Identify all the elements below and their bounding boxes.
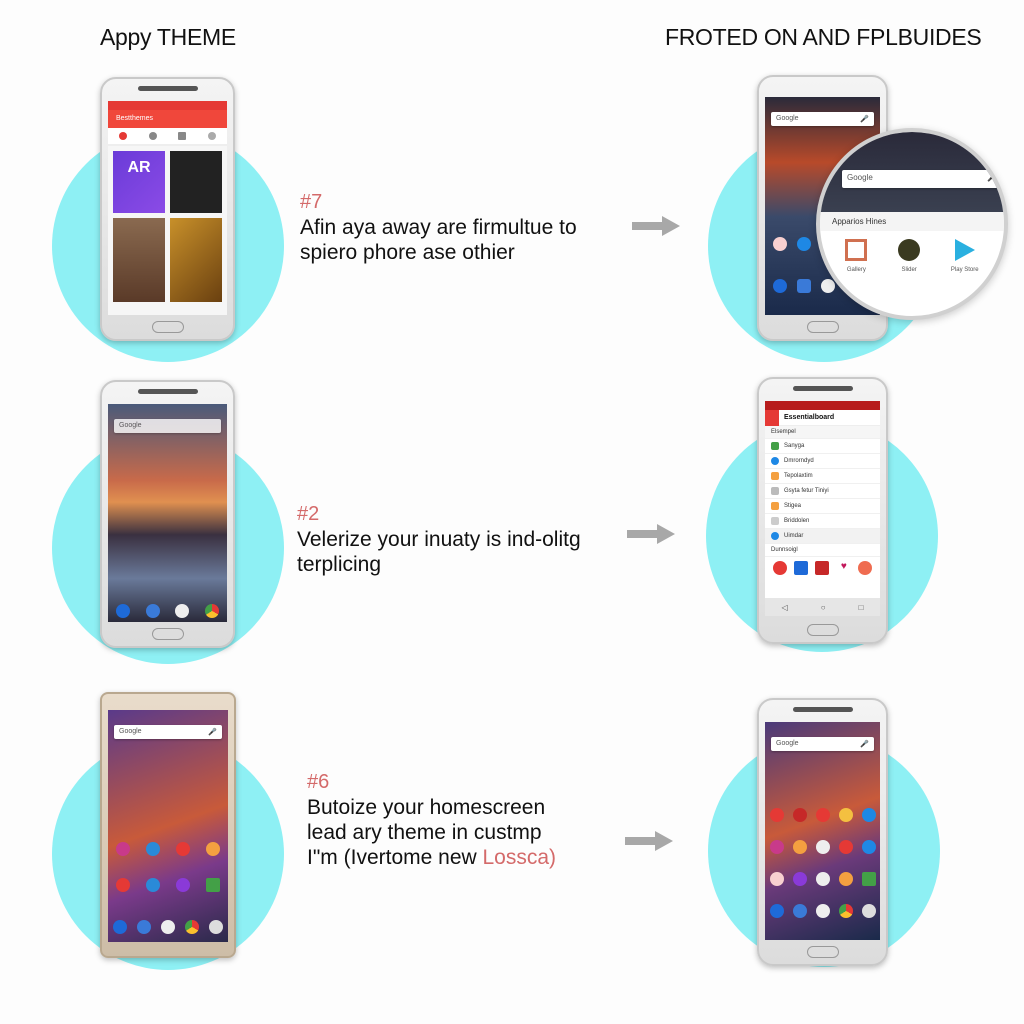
list-item[interactable]: Gsyta fetur Tiniyi: [765, 484, 880, 499]
list-item[interactable]: Dmrorndyd: [765, 454, 880, 469]
phone-icon[interactable]: [769, 904, 784, 918]
step-3: #6 Butoize your homescreen lead ary them…: [307, 770, 556, 870]
play-store-icon[interactable]: [206, 878, 220, 892]
theme-tile[interactable]: AR: [113, 151, 165, 213]
app-icon[interactable]: [116, 842, 130, 856]
section-header: Dunnsoigl: [765, 544, 880, 557]
phone-theme-store: Bestthemes AR: [100, 77, 235, 341]
app-icon[interactable]: [815, 561, 830, 575]
step-text-line: Velerize your inuaty is ind-olitg: [297, 528, 581, 551]
grid-icon[interactable]: [178, 132, 187, 140]
app-icon[interactable]: [206, 842, 220, 856]
recents-icon[interactable]: □: [859, 603, 864, 612]
messages-icon[interactable]: [792, 904, 807, 918]
phone-icon[interactable]: [773, 279, 787, 293]
app-icon[interactable]: [773, 237, 787, 251]
app-bar-title: Bestthemes: [108, 110, 227, 128]
phone-homescreen: Google 🎤: [100, 692, 236, 958]
home-icon[interactable]: ○: [821, 603, 826, 612]
highlight-text: Lossca): [482, 846, 557, 869]
list-item[interactable]: Stigea: [765, 499, 880, 514]
chrome-icon[interactable]: [838, 904, 853, 918]
home-button[interactable]: [151, 321, 184, 333]
apps-icon[interactable]: [161, 920, 175, 934]
app-gallery[interactable]: Gallery: [845, 239, 868, 273]
magnifier-zoom: Google 🎤 Apparios Hines Gallery Slider Pl…: [816, 128, 1008, 320]
theme-tile[interactable]: [170, 151, 222, 213]
step-text-line: terplicing: [297, 553, 382, 576]
app-icon[interactable]: [797, 237, 811, 251]
phone-wallpaper: Google: [100, 380, 235, 648]
step-number: #7: [300, 191, 323, 213]
app-icon[interactable]: [858, 561, 873, 575]
step-text-line: I"m (Ivertome new Lossca): [307, 846, 557, 869]
arrow-right-icon: [632, 216, 680, 236]
menu-icon[interactable]: [765, 409, 779, 426]
step-number: #6: [307, 771, 330, 793]
search-bar[interactable]: Google 🎤: [842, 170, 1002, 188]
search-bar[interactable]: Google 🎤: [771, 737, 874, 751]
list-item[interactable]: Tepolaxtim: [765, 469, 880, 484]
phone-custom-homescreen: Google 🎤: [757, 698, 888, 966]
home-button[interactable]: [806, 624, 839, 636]
search-bar[interactable]: Google 🎤: [771, 112, 874, 126]
app-icon[interactable]: [176, 842, 190, 856]
heading-right: FROTED ON AND FPLBUIDES: [665, 24, 982, 50]
app-icon[interactable]: [794, 561, 809, 575]
section-header: Elsempel: [765, 426, 880, 439]
app-play-store[interactable]: Play Store: [951, 239, 979, 273]
step-text-line: lead ary theme in custmp: [307, 821, 542, 844]
search-bar[interactable]: Google: [114, 419, 221, 433]
step-number: #2: [297, 503, 320, 525]
phone-icon[interactable]: [115, 604, 130, 618]
list-item[interactable]: Briddolen: [765, 514, 880, 529]
arrow-right-icon: [627, 524, 675, 544]
step-2: #2 Velerize your inuaty is ind-olitg ter…: [297, 502, 581, 577]
app-icon[interactable]: [146, 878, 160, 892]
info-icon[interactable]: [208, 132, 217, 140]
back-icon[interactable]: ◁: [782, 603, 788, 612]
apps-icon[interactable]: [821, 279, 835, 293]
palette-icon[interactable]: [118, 132, 127, 140]
heart-icon[interactable]: ♥: [836, 561, 851, 575]
step-1: #7 Afin aya away are firmultue to spiero…: [300, 190, 577, 265]
chrome-icon[interactable]: [205, 604, 220, 618]
nav-bar: ◁ ○ □: [765, 598, 880, 616]
list-item[interactable]: Sanyga: [765, 439, 880, 454]
app-icon[interactable]: [116, 878, 130, 892]
apps-icon[interactable]: [175, 604, 190, 618]
arrow-right-icon: [625, 831, 673, 851]
messages-icon[interactable]: [797, 279, 811, 293]
search-bar[interactable]: Google 🎤: [114, 725, 222, 739]
step-text-line: spiero phore ase othier: [300, 241, 515, 264]
messages-icon[interactable]: [145, 604, 160, 618]
app-slider[interactable]: Slider: [898, 239, 921, 273]
phone-icon[interactable]: [113, 920, 127, 934]
heading-left: Appy THEME: [100, 24, 236, 50]
app-icon[interactable]: [772, 561, 787, 575]
play-store-icon: [954, 239, 975, 261]
home-button[interactable]: [151, 628, 184, 640]
theme-tile[interactable]: [113, 218, 165, 302]
app-icon[interactable]: [176, 878, 190, 892]
messages-icon[interactable]: [137, 920, 151, 934]
list-item[interactable]: Uimdar: [765, 529, 880, 544]
apps-icon[interactable]: [815, 904, 830, 918]
section-title: Apparios Hines: [820, 212, 1004, 231]
home-button[interactable]: [806, 321, 839, 333]
step-text-line: Butoize your homescreen: [307, 796, 546, 819]
search-icon[interactable]: [148, 132, 157, 140]
app-icon[interactable]: [146, 842, 160, 856]
app-icon[interactable]: [861, 904, 876, 918]
chrome-icon[interactable]: [185, 920, 199, 934]
phone-settings: Essentialboard Elsempel Sanyga Dmrorndyd…: [757, 377, 888, 644]
step-text-line: Afin aya away are firmultue to: [300, 216, 577, 239]
theme-tile[interactable]: [170, 218, 222, 302]
app-icon[interactable]: [209, 920, 223, 934]
home-button[interactable]: [806, 946, 839, 958]
